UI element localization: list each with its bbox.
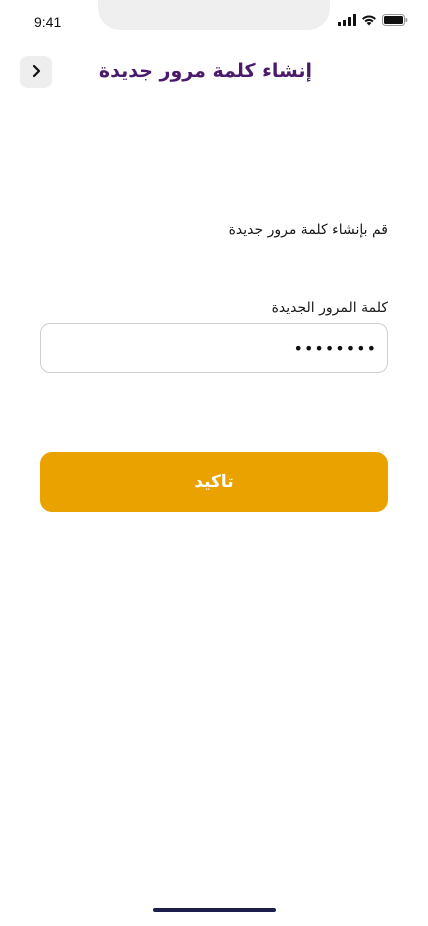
- page-title: إنشاء كلمة مرور جديدة: [98, 60, 312, 82]
- header: إنشاء كلمة مرور جديدة: [0, 56, 428, 88]
- home-indicator: [153, 908, 276, 912]
- confirm-button[interactable]: تاكيد: [40, 452, 388, 512]
- back-button[interactable]: [20, 56, 52, 88]
- wifi-icon: [361, 14, 377, 26]
- battery-icon: [382, 14, 408, 26]
- chevron-left-icon: [29, 63, 43, 82]
- status-icons: [338, 14, 408, 26]
- instruction-text: قم بإنشاء كلمة مرور جديدة: [228, 222, 388, 238]
- password-label: كلمة المرور الجديدة: [271, 300, 388, 316]
- device-notch: [98, 0, 330, 30]
- new-password-field[interactable]: [40, 323, 388, 373]
- signal-icon: [338, 14, 356, 26]
- status-bar: 9:41: [0, 0, 428, 44]
- status-time: 9:41: [34, 14, 62, 30]
